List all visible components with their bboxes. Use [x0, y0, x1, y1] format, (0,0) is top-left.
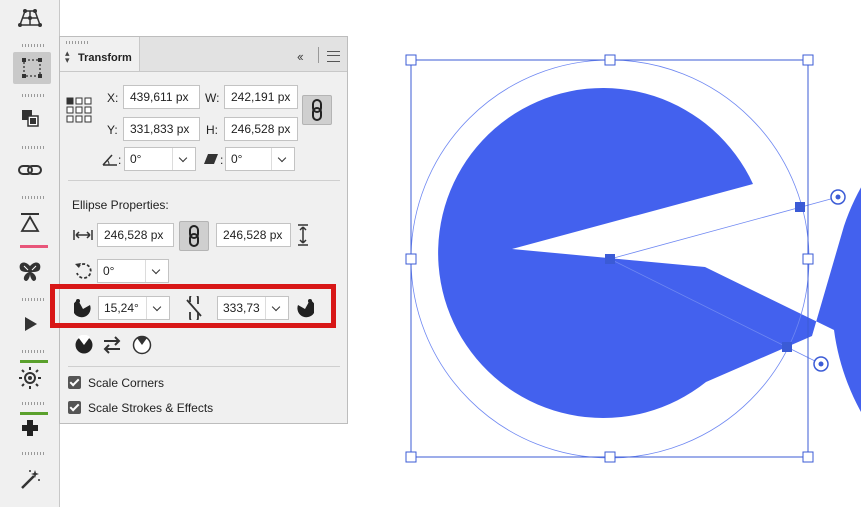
scale-strokes-label: Scale Strokes & Effects [88, 401, 214, 415]
brightness-tool[interactable] [10, 360, 50, 396]
scale-corners-label: Scale Corners [88, 376, 165, 390]
butterfly-icon [19, 262, 41, 281]
magic-wand-icon [21, 470, 40, 489]
handle-top-right[interactable] [802, 54, 814, 66]
symmetry-tool[interactable] [10, 254, 50, 290]
align-tool[interactable] [10, 204, 50, 240]
link-dimensions-button[interactable] [302, 95, 332, 125]
chain-link-icon [312, 99, 322, 121]
y-label: Y: [107, 123, 118, 137]
magic-wand-tool[interactable] [10, 462, 50, 498]
ellipse-height-field[interactable]: 246,528 px [216, 223, 291, 247]
skew-dropdown[interactable]: 0° [225, 147, 295, 171]
height-field[interactable]: 246,528 px [224, 117, 298, 141]
arrange-tool[interactable] [10, 100, 50, 136]
reference-point-icon[interactable] [66, 97, 92, 123]
tool-strip [0, 0, 60, 507]
chain-link-icon [189, 225, 199, 247]
play-tool[interactable] [10, 306, 50, 342]
collapse-panel-button[interactable]: ‹‹ [297, 49, 304, 64]
handle-bottom[interactable] [604, 451, 616, 463]
play-icon [25, 317, 37, 331]
chevron-down-icon [145, 260, 168, 282]
highlight-box [50, 284, 336, 328]
x-position-field[interactable]: 439,611 px [123, 85, 200, 109]
ellipse-rotation-value: 0° [103, 264, 115, 278]
x-label: X: [107, 91, 119, 105]
y-position-field[interactable]: 331,833 px [123, 117, 200, 141]
panel-menu-icon[interactable] [327, 51, 340, 62]
handle-top[interactable] [604, 54, 616, 66]
mesh-warp-tool[interactable] [10, 0, 50, 36]
w-label: W: [205, 91, 220, 105]
canvas [405, 54, 861, 507]
ellipse-width-field[interactable]: 246,528 px [97, 223, 174, 247]
chain-link-icon [18, 165, 42, 175]
scale-corners-checkbox[interactable] [68, 376, 81, 389]
arrange-icon [22, 110, 39, 127]
align-triangle-icon [20, 213, 40, 232]
plus-icon [22, 420, 38, 436]
panel-tab-bar: ▴ ▾ Transform ‹‹ [60, 37, 347, 72]
link-tool[interactable] [10, 152, 50, 188]
transform-icon [22, 58, 42, 78]
link-ellipse-size-button[interactable] [179, 221, 209, 251]
h-label: H: [206, 123, 218, 137]
skew-icon [204, 154, 218, 164]
sun-icon [19, 367, 41, 389]
transform-panel: ▴ ▾ Transform ‹‹ X: 439,611 px W: 242,191… [59, 36, 348, 424]
center-point[interactable] [605, 254, 615, 264]
chevron-down-icon [271, 148, 294, 170]
start-angle-handle[interactable] [830, 189, 846, 205]
panel-title: Transform [78, 52, 132, 64]
rotation-value: 0° [130, 152, 142, 166]
rotate-ccw-icon [75, 263, 92, 279]
handle-right[interactable] [802, 253, 814, 265]
rotation-angle-icon [102, 154, 117, 166]
handle-bottom-right[interactable] [802, 451, 814, 463]
ellipse-pie-shape[interactable] [438, 68, 861, 507]
reset-pie-icon[interactable] [132, 335, 152, 355]
ellipse-properties-heading: Ellipse Properties: [72, 198, 169, 212]
transform-tool[interactable] [13, 52, 51, 84]
chevron-down-icon [172, 148, 195, 170]
end-angle-handle[interactable] [813, 356, 829, 372]
handle-top-left[interactable] [405, 54, 417, 66]
handle-left[interactable] [405, 253, 417, 265]
scale-strokes-checkbox[interactable] [68, 401, 81, 414]
rotation-dropdown[interactable]: 0° [124, 147, 196, 171]
handle-bottom-left[interactable] [405, 451, 417, 463]
pie-mode-icon[interactable] [74, 335, 94, 355]
ellipse-rotation-dropdown[interactable]: 0° [97, 259, 169, 283]
swap-angles-icon[interactable] [102, 336, 122, 354]
skew-value: 0° [231, 152, 243, 166]
vertical-size-icon [298, 224, 308, 246]
start-inner-node[interactable] [795, 202, 805, 212]
end-inner-node[interactable] [782, 342, 792, 352]
horizontal-size-icon [73, 230, 93, 240]
mesh-icon [18, 9, 42, 27]
add-tool[interactable] [10, 410, 50, 446]
width-field[interactable]: 242,191 px [224, 85, 298, 109]
tab-transform[interactable]: ▴ ▾ Transform [60, 37, 140, 71]
expand-toggle-icon[interactable]: ▴ ▾ [65, 49, 70, 65]
